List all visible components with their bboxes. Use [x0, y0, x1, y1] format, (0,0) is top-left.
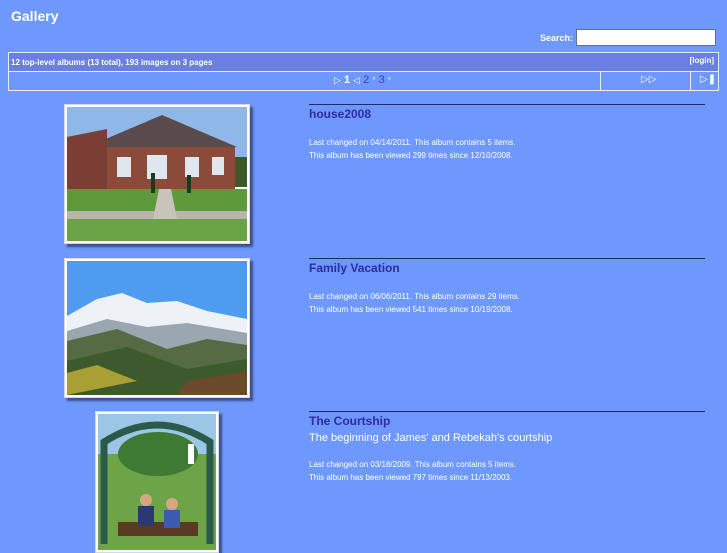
- couple-photo: [98, 414, 216, 550]
- pager-divider: [690, 72, 691, 90]
- album-summary-text: 12 top-level albums (13 total), 193 imag…: [11, 58, 213, 67]
- album-changed-text: Last changed on 06/06/2011. This album c…: [309, 292, 520, 301]
- page-separator-icon: °: [387, 76, 391, 85]
- album-meta: Last changed on 04/14/2011. This album c…: [309, 136, 516, 162]
- album-title[interactable]: The Courtship: [309, 414, 390, 428]
- house-photo: [67, 107, 247, 241]
- album-viewed-text: This album has been viewed 299 times sin…: [309, 151, 513, 160]
- album-meta: Last changed on 03/18/2009. This album c…: [309, 458, 516, 484]
- page-navigation: ▷ 1 ◁ 2 ° 3 °: [334, 74, 391, 86]
- album-title[interactable]: Family Vacation: [309, 261, 400, 275]
- album-divider: [309, 104, 705, 105]
- current-page-marker-icon: ▷: [334, 75, 341, 85]
- page-link-2[interactable]: 2: [363, 74, 369, 86]
- next-page-icon[interactable]: ▷▷: [641, 74, 656, 85]
- pager-divider: [600, 72, 601, 90]
- album-divider: [309, 258, 705, 259]
- album-viewed-text: This album has been viewed 797 times sin…: [309, 473, 513, 482]
- page-separator-icon: °: [372, 76, 376, 85]
- search-label: Search:: [540, 33, 574, 43]
- album-thumbnail[interactable]: [64, 104, 250, 244]
- album-changed-text: Last changed on 04/14/2011. This album c…: [309, 138, 516, 147]
- last-page-icon[interactable]: ▷❚: [700, 74, 716, 85]
- album-changed-text: Last changed on 03/18/2009. This album c…: [309, 460, 517, 469]
- page-title: Gallery: [11, 8, 59, 24]
- login-link[interactable]: [login]: [690, 56, 714, 65]
- mountain-photo: [67, 261, 247, 395]
- album-description: The beginning of James' and Rebekah's co…: [309, 432, 553, 444]
- album-meta: Last changed on 06/06/2011. This album c…: [309, 290, 520, 316]
- album-viewed-text: This album has been viewed 541 times sin…: [309, 305, 513, 314]
- page-link-3[interactable]: 3: [379, 74, 385, 86]
- album-thumbnail[interactable]: [64, 258, 250, 398]
- current-page-number: 1: [343, 74, 351, 86]
- search-input[interactable]: [576, 29, 716, 46]
- pagination-bar: ▷ 1 ◁ 2 ° 3 ° ▷▷ ▷❚: [8, 72, 719, 91]
- album-thumbnail[interactable]: [95, 411, 219, 553]
- album-summary-bar: 12 top-level albums (13 total), 193 imag…: [8, 52, 719, 72]
- album-divider: [309, 411, 705, 412]
- album-title[interactable]: house2008: [309, 107, 371, 121]
- page-marker-icon: ◁: [353, 75, 361, 85]
